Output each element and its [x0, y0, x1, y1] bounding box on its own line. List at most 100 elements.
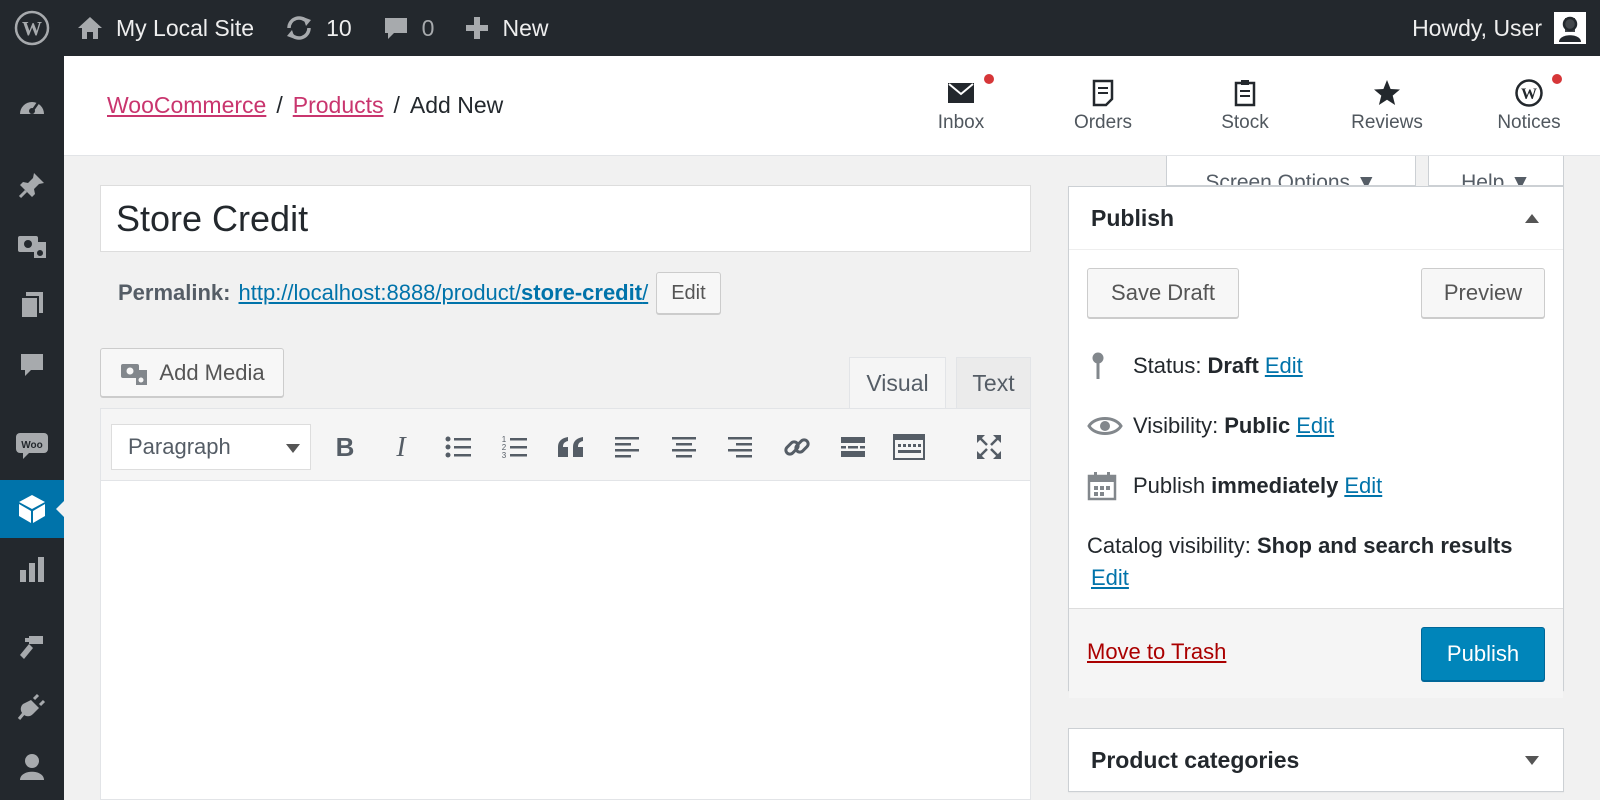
- publish-box-title: Publish: [1091, 204, 1175, 231]
- activity-panel-tabs: Inbox Orders Stock Reviews W Notices: [890, 56, 1600, 156]
- preview-button[interactable]: Preview: [1421, 268, 1545, 318]
- tab-notices-label: Notices: [1497, 112, 1561, 133]
- read-more-button[interactable]: [833, 427, 873, 467]
- plus-icon: [464, 15, 490, 41]
- tab-reviews[interactable]: Reviews: [1316, 56, 1458, 156]
- tab-text[interactable]: Text: [956, 357, 1031, 409]
- toolbar-toggle-button[interactable]: [889, 427, 929, 467]
- updates-menu[interactable]: 10: [272, 0, 364, 56]
- collapse-arrow-icon[interactable]: [1525, 214, 1539, 223]
- align-center-button[interactable]: [664, 427, 704, 467]
- format-select-value: Paragraph: [128, 434, 231, 459]
- howdy-text: Howdy, User: [1412, 14, 1542, 41]
- tab-visual[interactable]: Visual: [849, 357, 946, 409]
- align-right-button[interactable]: [720, 427, 760, 467]
- numbered-list-icon: 123: [502, 435, 527, 460]
- italic-button[interactable]: I: [381, 427, 421, 467]
- notification-dot: [1552, 74, 1562, 84]
- chevron-down-icon: [286, 444, 300, 453]
- chevron-down-icon[interactable]: [1525, 756, 1539, 765]
- site-name: My Local Site: [116, 14, 255, 41]
- svg-text:B: B: [336, 434, 355, 460]
- align-left-button[interactable]: [607, 427, 647, 467]
- publish-time-edit-link[interactable]: Edit: [1344, 473, 1382, 499]
- comments-menu[interactable]: 0: [370, 0, 447, 56]
- wordpress-logo-menu[interactable]: W: [0, 0, 64, 56]
- sidebar-item-analytics[interactable]: [0, 540, 64, 598]
- my-account-menu[interactable]: Howdy, User: [1400, 0, 1600, 56]
- comment-icon: [21, 354, 43, 376]
- publish-box-header[interactable]: Publish: [1069, 187, 1563, 250]
- breadcrumb-products-link[interactable]: Products: [293, 92, 384, 118]
- bold-button[interactable]: B: [325, 427, 365, 467]
- help-tab[interactable]: Help ▼: [1428, 156, 1564, 186]
- numbered-list-button[interactable]: 123: [494, 427, 534, 467]
- updates-count: 10: [326, 14, 352, 41]
- sidebar-item-woocommerce[interactable]: Woo: [0, 416, 64, 474]
- link-icon: [784, 438, 810, 456]
- woo-icon: Woo: [16, 433, 48, 459]
- visibility-edit-link[interactable]: Edit: [1296, 413, 1334, 439]
- user-icon: [20, 754, 44, 780]
- status-row: Status: Draft Edit: [1069, 336, 1563, 396]
- catalog-visibility-edit-link[interactable]: Edit: [1091, 565, 1129, 590]
- sidebar-item-media[interactable]: [0, 216, 64, 274]
- pages-icon: [20, 292, 43, 319]
- tab-stock[interactable]: Stock: [1174, 56, 1316, 156]
- bar-chart-icon: [20, 557, 44, 582]
- tab-reviews-label: Reviews: [1351, 112, 1423, 133]
- sidebar-item-pages[interactable]: [0, 276, 64, 334]
- align-center-icon: [672, 437, 696, 458]
- editor-toolbar: Paragraph B I 123: [100, 408, 1031, 481]
- home-icon: [76, 14, 104, 42]
- move-to-trash-link[interactable]: Move to Trash: [1087, 639, 1226, 665]
- align-right-icon: [728, 437, 752, 458]
- star-icon: [1373, 78, 1401, 108]
- product-categories-header[interactable]: Product categories: [1069, 729, 1563, 792]
- dashboard-icon: [20, 101, 44, 114]
- blockquote-button[interactable]: [551, 427, 591, 467]
- plugin-icon: [17, 693, 46, 720]
- status-edit-link[interactable]: Edit: [1265, 353, 1303, 379]
- sidebar-item-users[interactable]: [0, 738, 64, 796]
- tab-stock-label: Stock: [1221, 112, 1269, 133]
- tab-notices[interactable]: W Notices: [1458, 56, 1600, 156]
- product-categories-title: Product categories: [1091, 747, 1300, 773]
- permalink-row: Permalink: http://localhost:8888/product…: [118, 272, 721, 314]
- tab-inbox[interactable]: Inbox: [890, 56, 1032, 156]
- catalog-visibility-value: Shop and search results: [1256, 533, 1513, 558]
- screen-options-tab[interactable]: Screen Options ▼: [1166, 156, 1416, 186]
- sidebar-item-posts[interactable]: [0, 156, 64, 214]
- sidebar-item-comments[interactable]: [0, 336, 64, 394]
- sidebar-item-dashboard[interactable]: [0, 78, 64, 136]
- svg-text:Woo: Woo: [21, 440, 42, 451]
- format-select[interactable]: Paragraph: [111, 424, 311, 470]
- insert-link-button[interactable]: [777, 427, 817, 467]
- calendar-icon: [1087, 471, 1133, 501]
- fullscreen-button[interactable]: [969, 427, 1009, 467]
- content-editor[interactable]: [100, 481, 1031, 800]
- keyboard-icon: [893, 434, 925, 460]
- paintbrush-icon: [20, 636, 43, 659]
- site-name-menu[interactable]: My Local Site: [64, 0, 266, 56]
- add-media-label: Add Media: [159, 359, 265, 385]
- visibility-row: Visibility: Public Edit: [1069, 396, 1563, 456]
- publish-time-row: Publish immediately Edit: [1069, 456, 1563, 516]
- sidebar-item-appearance[interactable]: [0, 618, 64, 676]
- new-content-menu[interactable]: New: [452, 0, 560, 56]
- post-title-input[interactable]: Store Credit: [100, 185, 1031, 252]
- bullet-list-button[interactable]: [438, 427, 478, 467]
- clipboard-icon: [1234, 78, 1256, 108]
- permalink-edit-button[interactable]: Edit: [656, 272, 721, 314]
- comments-count: 0: [421, 14, 435, 41]
- sidebar-item-products[interactable]: [0, 480, 64, 538]
- sidebar-item-plugins[interactable]: [0, 678, 64, 736]
- add-media-button[interactable]: Add Media: [100, 348, 284, 397]
- envelope-icon: [947, 78, 975, 108]
- tab-orders[interactable]: Orders: [1032, 56, 1174, 156]
- permalink-link[interactable]: http://localhost:8888/product/store-cred…: [239, 280, 649, 306]
- breadcrumb-woocommerce-link[interactable]: WooCommerce: [107, 92, 266, 118]
- status-label: Status:: [1133, 353, 1202, 378]
- save-draft-button[interactable]: Save Draft: [1087, 268, 1239, 318]
- publish-button[interactable]: Publish: [1421, 627, 1545, 681]
